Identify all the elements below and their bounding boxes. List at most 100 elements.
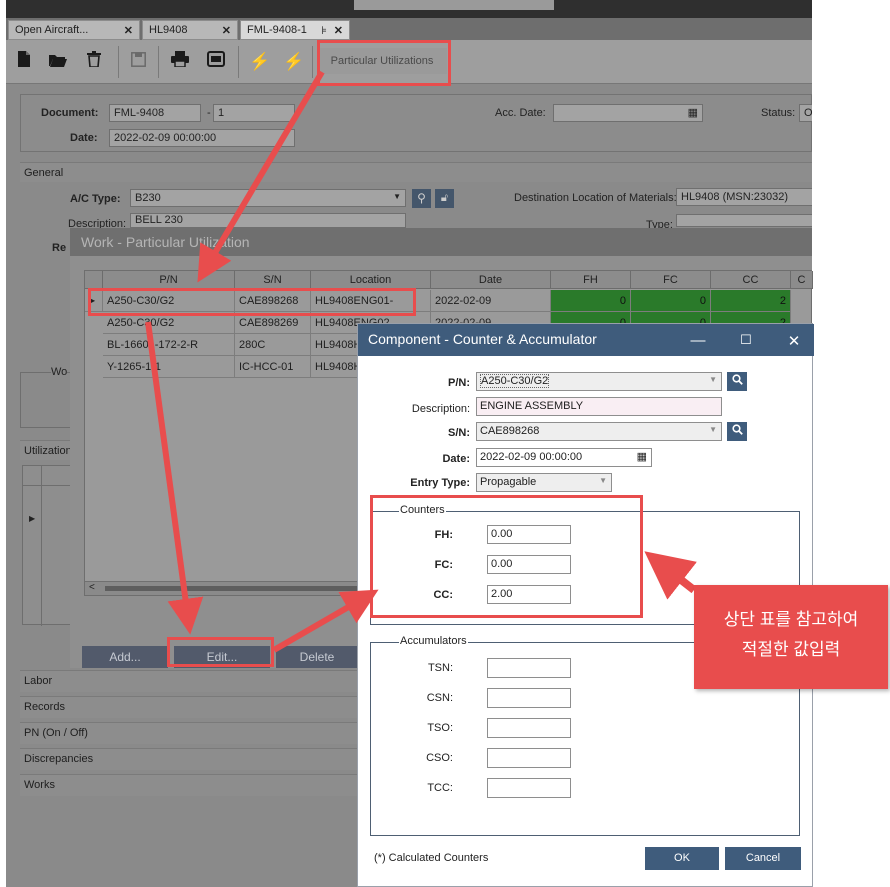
open-folder-icon[interactable] [46,50,70,74]
row-header-corner [85,271,103,289]
search-icon[interactable]: ⚲ [412,189,431,208]
chevron-down-icon[interactable]: ▼ [393,192,401,201]
description-field[interactable]: BELL 230 [130,213,406,228]
ac-type-label: A/C Type: [70,193,121,205]
document-field[interactable]: FML-9408 [109,104,201,122]
type-field[interactable] [676,214,812,227]
col-header-cc[interactable]: CC [711,271,791,289]
ok-button[interactable]: OK [645,847,719,870]
table-cell-sn[interactable]: IC-HCC-01 [235,356,311,378]
tab-fml-9408-1[interactable]: FML-9408-1 ⊧ ✕ [240,20,350,40]
cancel-button[interactable]: Cancel [725,847,801,870]
delete-button[interactable]: Delete [276,646,358,668]
tcc-input[interactable] [487,778,571,798]
minimize-icon[interactable]: — [688,332,708,349]
close-icon[interactable]: ✕ [784,332,804,350]
table-cell-fh[interactable]: 0 [551,290,631,312]
table-cell-date[interactable]: 2022-02-09 [431,290,551,312]
destination-field[interactable]: HL9408 (MSN:23032) [676,188,812,206]
highlight-particular-utilizations [317,40,451,86]
document-number-field[interactable]: 1 [213,104,295,122]
entry-type-label: Entry Type: [410,477,470,489]
col-header-fh[interactable]: FH [551,271,631,289]
calculated-counters-note: (*) Calculated Counters [374,852,489,864]
wo-label: Wo [51,366,68,378]
chevron-down-icon[interactable]: ▼ [709,375,717,384]
re-label: Re [52,242,67,254]
add-button[interactable]: Add... [82,646,168,668]
lightning-disabled-icon[interactable]: ⚡ [282,50,306,74]
instruction-callout: 상단 표를 참고하여 적절한 값입력 [694,585,888,689]
close-icon[interactable]: ✕ [334,24,343,37]
save-disk-icon[interactable] [126,50,150,74]
calendar-icon[interactable]: ▦ [637,450,647,463]
tcc-label: TCC: [427,782,453,794]
maximize-icon[interactable]: ☐ [736,332,756,348]
csn-input[interactable] [487,688,571,708]
col-header-pn[interactable]: P/N [103,271,235,289]
tso-label: TSO: [427,722,453,734]
sn-combobox[interactable]: CAE898268 ▼ [476,422,722,441]
status-field[interactable]: OP [799,104,812,122]
calendar-icon[interactable]: ▦ [688,106,698,119]
tab-label: Open Aircraft... [15,24,89,36]
tab-open-aircraft[interactable]: Open Aircraft... ✕ [8,20,140,40]
acc-date-field[interactable]: ▦ [553,104,703,122]
close-icon[interactable]: ✕ [124,24,133,37]
scrollbar-thumb[interactable] [105,586,385,591]
csn-label: CSN: [426,692,453,704]
table-cell-fc[interactable]: 0 [631,290,711,312]
col-header-date[interactable]: Date [431,271,551,289]
pn-search-icon[interactable] [727,372,747,391]
date-field[interactable]: 2022-02-09 00:00:00 [109,129,295,147]
print-icon[interactable] [168,50,192,74]
scroll-left-icon[interactable]: < [89,582,95,593]
work-dialog-title: Work - Particular Utilization [70,228,812,256]
ac-type-field[interactable]: B230 ▼ [130,189,406,207]
tso-input[interactable] [487,718,571,738]
date-label: Date: [442,453,470,465]
sn-search-icon[interactable] [727,422,747,441]
table-cell-cc[interactable]: 2 [711,290,791,312]
col-header-c[interactable]: C [791,271,813,289]
table-cell-sn[interactable]: 280C [235,334,311,356]
table-cell-pn[interactable]: BL-16601-172-2-R [103,334,235,356]
status-label: Status: [761,107,796,119]
col-header-location[interactable]: Location [311,271,431,289]
pn-label: P/N: [448,377,470,389]
delete-trash-icon[interactable] [82,50,106,74]
description-field[interactable]: ENGINE ASSEMBLY [476,397,722,416]
ac-type-value: B230 [135,192,161,204]
cso-label: CSO: [426,752,453,764]
document-label: Document: [41,107,99,119]
highlight-selected-row [88,288,416,316]
lightning-icon[interactable]: ⚡ [248,50,272,74]
cso-input[interactable] [487,748,571,768]
highlight-counters-group [370,495,643,618]
tab-hl9408[interactable]: HL9408 ✕ [142,20,238,40]
chevron-down-icon[interactable]: ▼ [709,425,717,434]
entry-type-select[interactable]: Propagable ▼ [476,473,612,492]
tab-label: HL9408 [149,24,188,36]
col-header-fc[interactable]: FC [631,271,711,289]
close-icon[interactable]: ✕ [222,24,231,37]
unlock-icon[interactable]: 🔓︎ [435,189,454,208]
row-pointer-icon: ▶ [29,514,36,523]
pin-icon[interactable]: ⊧ [321,24,327,37]
pn-value: A250-C30/G2 [480,374,550,388]
sn-value: CAE898268 [480,425,540,437]
col-header-sn[interactable]: S/N [235,271,311,289]
tsn-label: TSN: [427,662,453,674]
acc-date-label: Acc. Date: [495,107,546,119]
new-document-icon[interactable] [12,50,36,74]
tsn-input[interactable] [487,658,571,678]
pn-combobox[interactable]: A250-C30/G2 ▼ [476,372,722,391]
date-picker[interactable]: 2022-02-09 00:00:00 ▦ [476,448,652,467]
print-preview-icon[interactable] [204,50,228,74]
section-general[interactable]: General [20,162,812,182]
entry-type-value: Propagable [480,476,537,488]
table-cell-pn[interactable]: Y-1265-1-1 [103,356,235,378]
callout-line-2: 적절한 값입력 [741,640,841,659]
highlight-edit-button [167,637,274,667]
chevron-down-icon[interactable]: ▼ [599,476,607,485]
